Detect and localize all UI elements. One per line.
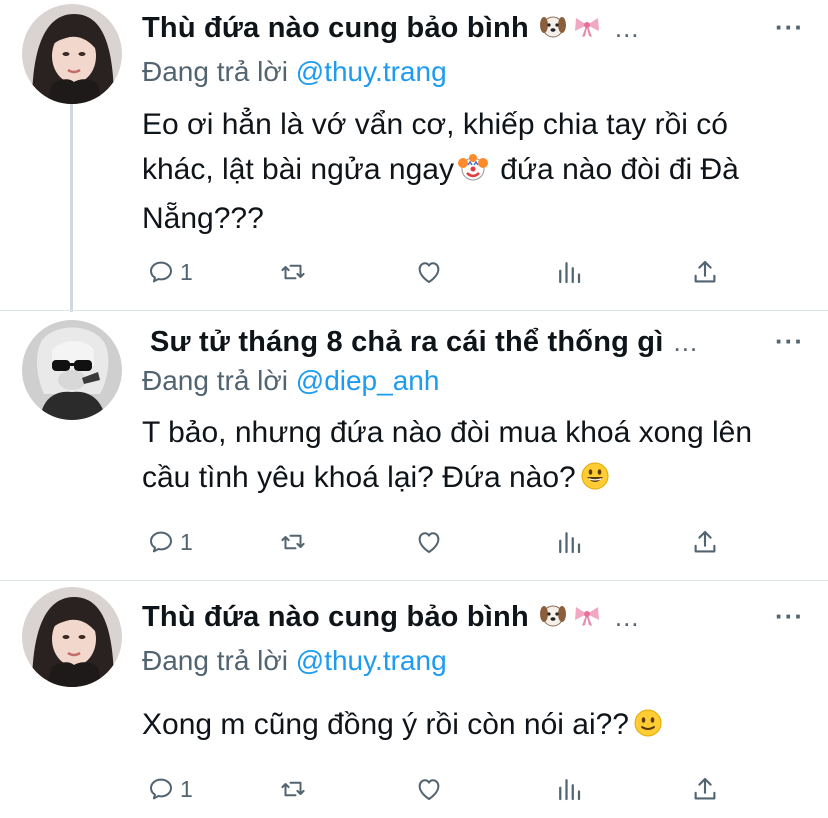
retweet-button[interactable] [278,257,308,287]
thread-line [70,104,73,312]
retweet-icon [278,527,308,557]
tweet-actions: 1 [142,524,742,560]
grinning-face-icon [580,459,610,504]
clown-face-icon [457,151,488,196]
reply-count: 1 [180,528,193,555]
name-truncation: ... [614,13,640,43]
analytics-button[interactable] [554,527,584,557]
share-button[interactable] [690,774,720,804]
avatar[interactable] [22,4,122,104]
tweet-1[interactable]: Thù đứa nào cung bảo bình ... ··· Đang t… [0,0,828,312]
tweet-text: Xong m cũng đồng ý rồi còn nói ai?? [142,702,802,751]
analytics-icon [554,774,584,804]
replying-label: Đang trả lời [142,645,288,676]
more-options-icon[interactable]: ··· [775,601,804,632]
reply-button[interactable]: 1 [146,257,193,287]
reply-icon [146,774,176,804]
share-button[interactable] [690,527,720,557]
analytics-button[interactable] [554,257,584,287]
name-truncation: ... [614,602,640,632]
more-options-icon[interactable]: ··· [775,12,804,43]
reply-button[interactable]: 1 [146,527,193,557]
like-button[interactable] [414,774,444,804]
replying-to: Đang trả lời @thuy.trang [142,56,447,88]
retweet-button[interactable] [278,527,308,557]
like-button[interactable] [414,257,444,287]
author-row[interactable]: Sư tử tháng 8 chả ra cái thể thống gì ..… [150,326,698,359]
tweet-actions: 1 [142,254,742,290]
heart-icon [414,527,444,557]
dog-face-icon [539,602,567,633]
retweet-icon [278,257,308,287]
reply-icon [146,527,176,557]
share-button[interactable] [690,257,720,287]
ribbon-icon [573,14,601,43]
name-truncation: ... [673,327,699,357]
ribbon-icon [573,603,601,632]
author-name[interactable]: Thù đứa nào cung bảo bình [142,12,529,45]
replying-to: Đang trả lời @thuy.trang [142,645,447,677]
like-button[interactable] [414,527,444,557]
heart-icon [414,774,444,804]
heart-icon [414,257,444,287]
author-row[interactable]: Thù đứa nào cung bảo bình ... [142,12,640,45]
reply-handle-link[interactable]: @diep_anh [296,365,440,396]
share-icon [690,774,720,804]
replying-label: Đang trả lời [142,56,288,87]
reply-button[interactable]: 1 [146,774,193,804]
author-name[interactable]: Thù đứa nào cung bảo bình [142,601,529,634]
slightly-smiling-face-icon [633,706,663,751]
analytics-icon [554,527,584,557]
reply-count: 1 [180,258,193,285]
share-icon [690,257,720,287]
more-options-icon[interactable]: ··· [775,326,804,357]
share-icon [690,527,720,557]
author-name[interactable]: Sư tử tháng 8 chả ra cái thể thống gì [150,326,663,359]
reply-handle-link[interactable]: @thuy.trang [296,645,447,676]
avatar[interactable] [22,587,122,687]
retweet-button[interactable] [278,774,308,804]
avatar[interactable] [22,320,122,420]
retweet-icon [278,774,308,804]
dog-face-icon [539,13,567,44]
tweet-text: Eo ơi hẳn là vớ vẩn cơ, khiếp chia tay r… [142,108,739,235]
analytics-icon [554,257,584,287]
tweet-actions: 1 [142,771,742,807]
analytics-button[interactable] [554,774,584,804]
reply-count: 1 [180,775,193,802]
replying-to: Đang trả lời @diep_anh [142,365,439,397]
divider [0,310,828,311]
reply-handle-link[interactable]: @thuy.trang [296,56,447,87]
author-row[interactable]: Thù đứa nào cung bảo bình ... [142,601,640,634]
tweet-3[interactable]: Thù đứa nào cung bảo bình ... ··· Đang t… [0,581,828,818]
replying-label: Đang trả lời [142,365,288,396]
tweet-2[interactable]: Sư tử tháng 8 chả ra cái thể thống gì ..… [0,312,828,580]
tweet-text: T bảo, nhưng đứa nào đòi mua khoá xong l… [142,410,802,504]
reply-icon [146,257,176,287]
